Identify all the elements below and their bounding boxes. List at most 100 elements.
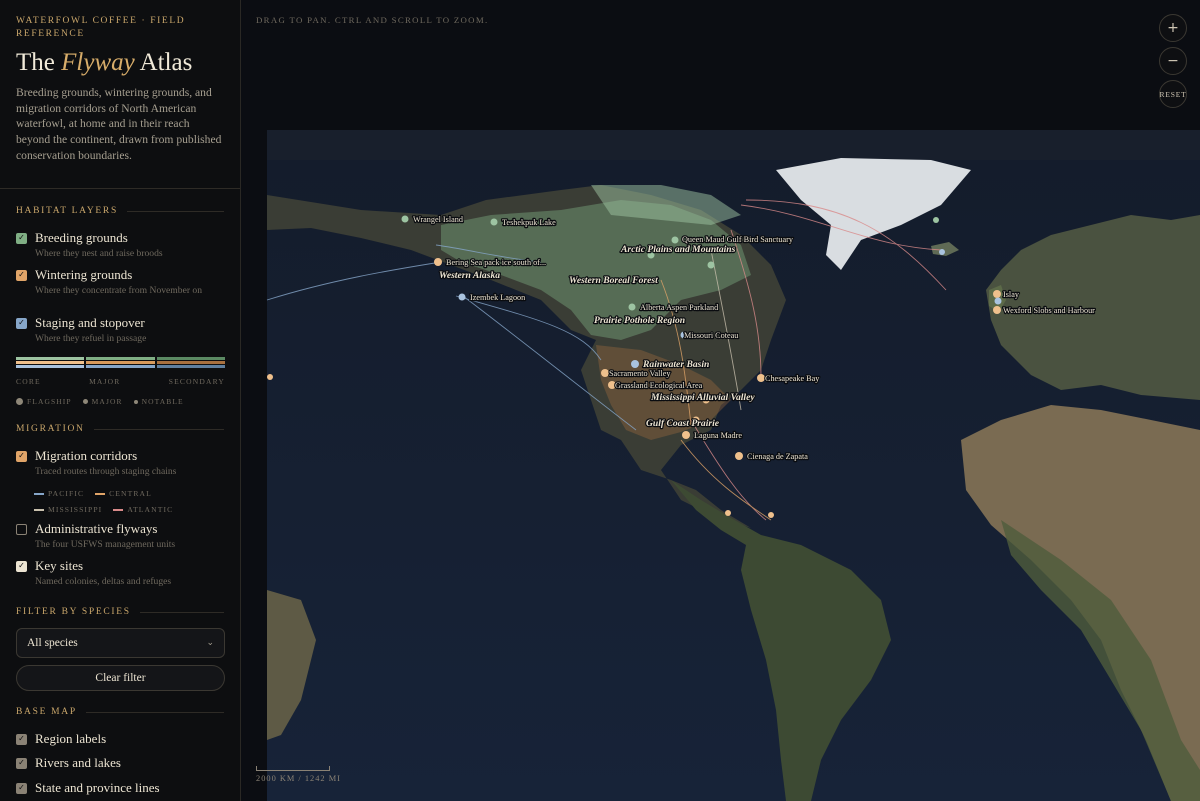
site-label: Wexford Slobs and Harbour: [1003, 306, 1095, 315]
site-dot[interactable]: [939, 249, 945, 255]
layer-description: Named colonies, deltas and refuges: [35, 576, 172, 587]
habitat-heading-text: HABITAT LAYERS: [16, 206, 118, 216]
layer-description: Where they concentrate from November on: [35, 285, 203, 296]
checkbox-key-sites[interactable]: ✓: [16, 560, 27, 572]
site-label: Teshekpuk Lake: [502, 218, 556, 227]
layer-toggle-rivers[interactable]: ✓ Rivers and lakes: [16, 755, 226, 771]
layer-toggle-key-sites[interactable]: ✓ Key sites Named colonies, deltas and r…: [16, 558, 226, 587]
site-label: Wrangel Island: [413, 215, 463, 224]
layer-label: Staging and stopover: [35, 315, 145, 330]
layer-description: Where they nest and raise broods: [35, 248, 163, 259]
scale-label: 2000 KM / 1242 MI: [256, 774, 341, 783]
layer-toggle-staging[interactable]: ✓ Staging and stopover Where they refuel…: [16, 315, 226, 344]
flagship-dot-icon: [16, 398, 23, 405]
checkbox-staging[interactable]: ✓: [16, 317, 27, 329]
site-label: Grassland Ecological Area: [615, 381, 703, 390]
tier-legend-labels: CORE MAJOR SECONDARY: [16, 377, 225, 386]
site-dot[interactable]: [401, 215, 409, 223]
layer-toggle-region-labels[interactable]: ✓ Region labels: [16, 731, 226, 747]
checkbox-admin-flyways[interactable]: [16, 523, 27, 535]
checkbox-state-lines[interactable]: ✓: [16, 782, 27, 794]
habitat-section-heading: HABITAT LAYERS: [16, 205, 224, 217]
site-dot[interactable]: [768, 512, 774, 518]
site-dot[interactable]: [267, 374, 273, 380]
layer-label: State and province lines: [35, 780, 160, 795]
region-label: Western Alaska: [439, 270, 500, 281]
site-dot[interactable]: [601, 369, 609, 377]
reset-view-button[interactable]: RESET: [1159, 80, 1187, 108]
flyway-key-mississippi: MISSISSIPPI: [34, 505, 102, 514]
site-dot[interactable]: [993, 306, 1001, 314]
tier-core-swatch: [16, 357, 85, 368]
site-dot[interactable]: [682, 431, 690, 439]
site-dot[interactable]: [757, 374, 765, 382]
flyway-key-central: CENTRAL: [95, 489, 152, 498]
title-pre: The: [16, 49, 55, 76]
migration-section-heading: MIGRATION: [16, 423, 224, 435]
layer-label: Rivers and lakes: [35, 755, 121, 770]
site-dot[interactable]: [434, 258, 442, 266]
size-label: MAJOR: [91, 397, 123, 406]
scale-bar: 2000 KM / 1242 MI: [256, 766, 341, 783]
layer-label: Administrative flyways: [35, 521, 158, 536]
site-dot[interactable]: [490, 218, 498, 226]
site-dot[interactable]: [993, 290, 1001, 298]
site-dot[interactable]: [725, 510, 731, 516]
checkbox-wintering[interactable]: ✓: [16, 269, 27, 281]
site-dot[interactable]: [707, 261, 715, 269]
page-title: The Flyway Atlas: [16, 49, 224, 77]
flyway-name: ATLANTIC: [127, 505, 174, 514]
size-label: NOTABLE: [141, 397, 184, 406]
site-dot[interactable]: [628, 303, 636, 311]
tier-label: MAJOR: [89, 377, 121, 386]
clear-filter-button[interactable]: Clear filter: [16, 665, 225, 691]
site-dot[interactable]: [631, 360, 639, 368]
tier-label: SECONDARY: [168, 377, 225, 386]
site-dot[interactable]: [933, 217, 939, 223]
layer-label: Migration corridors: [35, 448, 138, 463]
checkbox-breeding[interactable]: ✓: [16, 232, 27, 244]
checkbox-corridors[interactable]: ✓: [16, 450, 27, 462]
layer-description: The four USFWS management units: [35, 539, 176, 550]
map-canvas[interactable]: Wrangel Island Teshekpuk Lake Queen Maud…: [241, 0, 1200, 801]
layer-label: Wintering grounds: [35, 267, 133, 282]
site-label: Islay: [1003, 290, 1020, 299]
flyway-name: CENTRAL: [109, 489, 152, 498]
region-label: Gulf Coast Prairie: [646, 418, 720, 429]
site-dot[interactable]: [671, 236, 679, 244]
notable-dot-icon: [133, 399, 138, 404]
layer-toggle-admin-flyways[interactable]: Administrative flyways The four USFWS ma…: [16, 521, 226, 550]
site-label: Bering Sea pack ice south of...: [446, 258, 546, 267]
site-label: Queen Maud Gulf Bird Sanctuary: [682, 235, 794, 244]
layer-toggle-breeding[interactable]: ✓ Breeding grounds Where they nest and r…: [16, 230, 226, 259]
site-dot[interactable]: [735, 452, 743, 460]
site-dot[interactable]: [458, 293, 466, 301]
site-dot[interactable]: [994, 297, 1002, 305]
zoom-in-button[interactable]: +: [1159, 14, 1187, 42]
species-select-value: All species: [27, 637, 78, 649]
layer-toggle-state-lines[interactable]: ✓ State and province lines: [16, 780, 226, 796]
map-hint: DRAG TO PAN. CTRL AND SCROLL TO ZOOM.: [256, 15, 489, 25]
species-select[interactable]: All species ⌄: [16, 628, 225, 658]
layer-toggle-corridors[interactable]: ✓ Migration corridors Traced routes thro…: [16, 448, 226, 477]
region-label: Arctic Plains and Mountains: [620, 244, 736, 255]
basemap-section-heading: BASE MAP: [16, 706, 224, 718]
sidebar: WATERFOWL COFFEE · FIELD REFERENCE The F…: [0, 0, 241, 801]
brand-header: WATERFOWL COFFEE · FIELD REFERENCE The F…: [0, 0, 240, 189]
brand-kicker: WATERFOWL COFFEE · FIELD REFERENCE: [16, 16, 186, 39]
flyway-color-key: PACIFIC CENTRAL MISSISSIPPI ATLANTIC: [34, 489, 214, 514]
region-label: Mississippi Alluvial Valley: [650, 392, 755, 403]
region-label: Prairie Pothole Region: [594, 315, 685, 326]
flyway-key-atlantic: ATLANTIC: [113, 505, 173, 514]
checkbox-rivers[interactable]: ✓: [16, 757, 27, 769]
zoom-out-button[interactable]: −: [1159, 47, 1187, 75]
region-label: Western Boreal Forest: [569, 275, 658, 286]
checkbox-region-labels[interactable]: ✓: [16, 733, 27, 745]
world-map[interactable]: Wrangel Island Teshekpuk Lake Queen Maud…: [241, 0, 1200, 801]
filter-heading-text: FILTER BY SPECIES: [16, 607, 131, 617]
site-label: Chesapeake Bay: [765, 374, 820, 383]
layer-toggle-wintering[interactable]: ✓ Wintering grounds Where they concentra…: [16, 267, 226, 296]
site-label: Izembek Lagoon: [470, 293, 525, 302]
flyway-name: MISSISSIPPI: [48, 505, 103, 514]
region-label: Rainwater Basin: [642, 359, 709, 370]
